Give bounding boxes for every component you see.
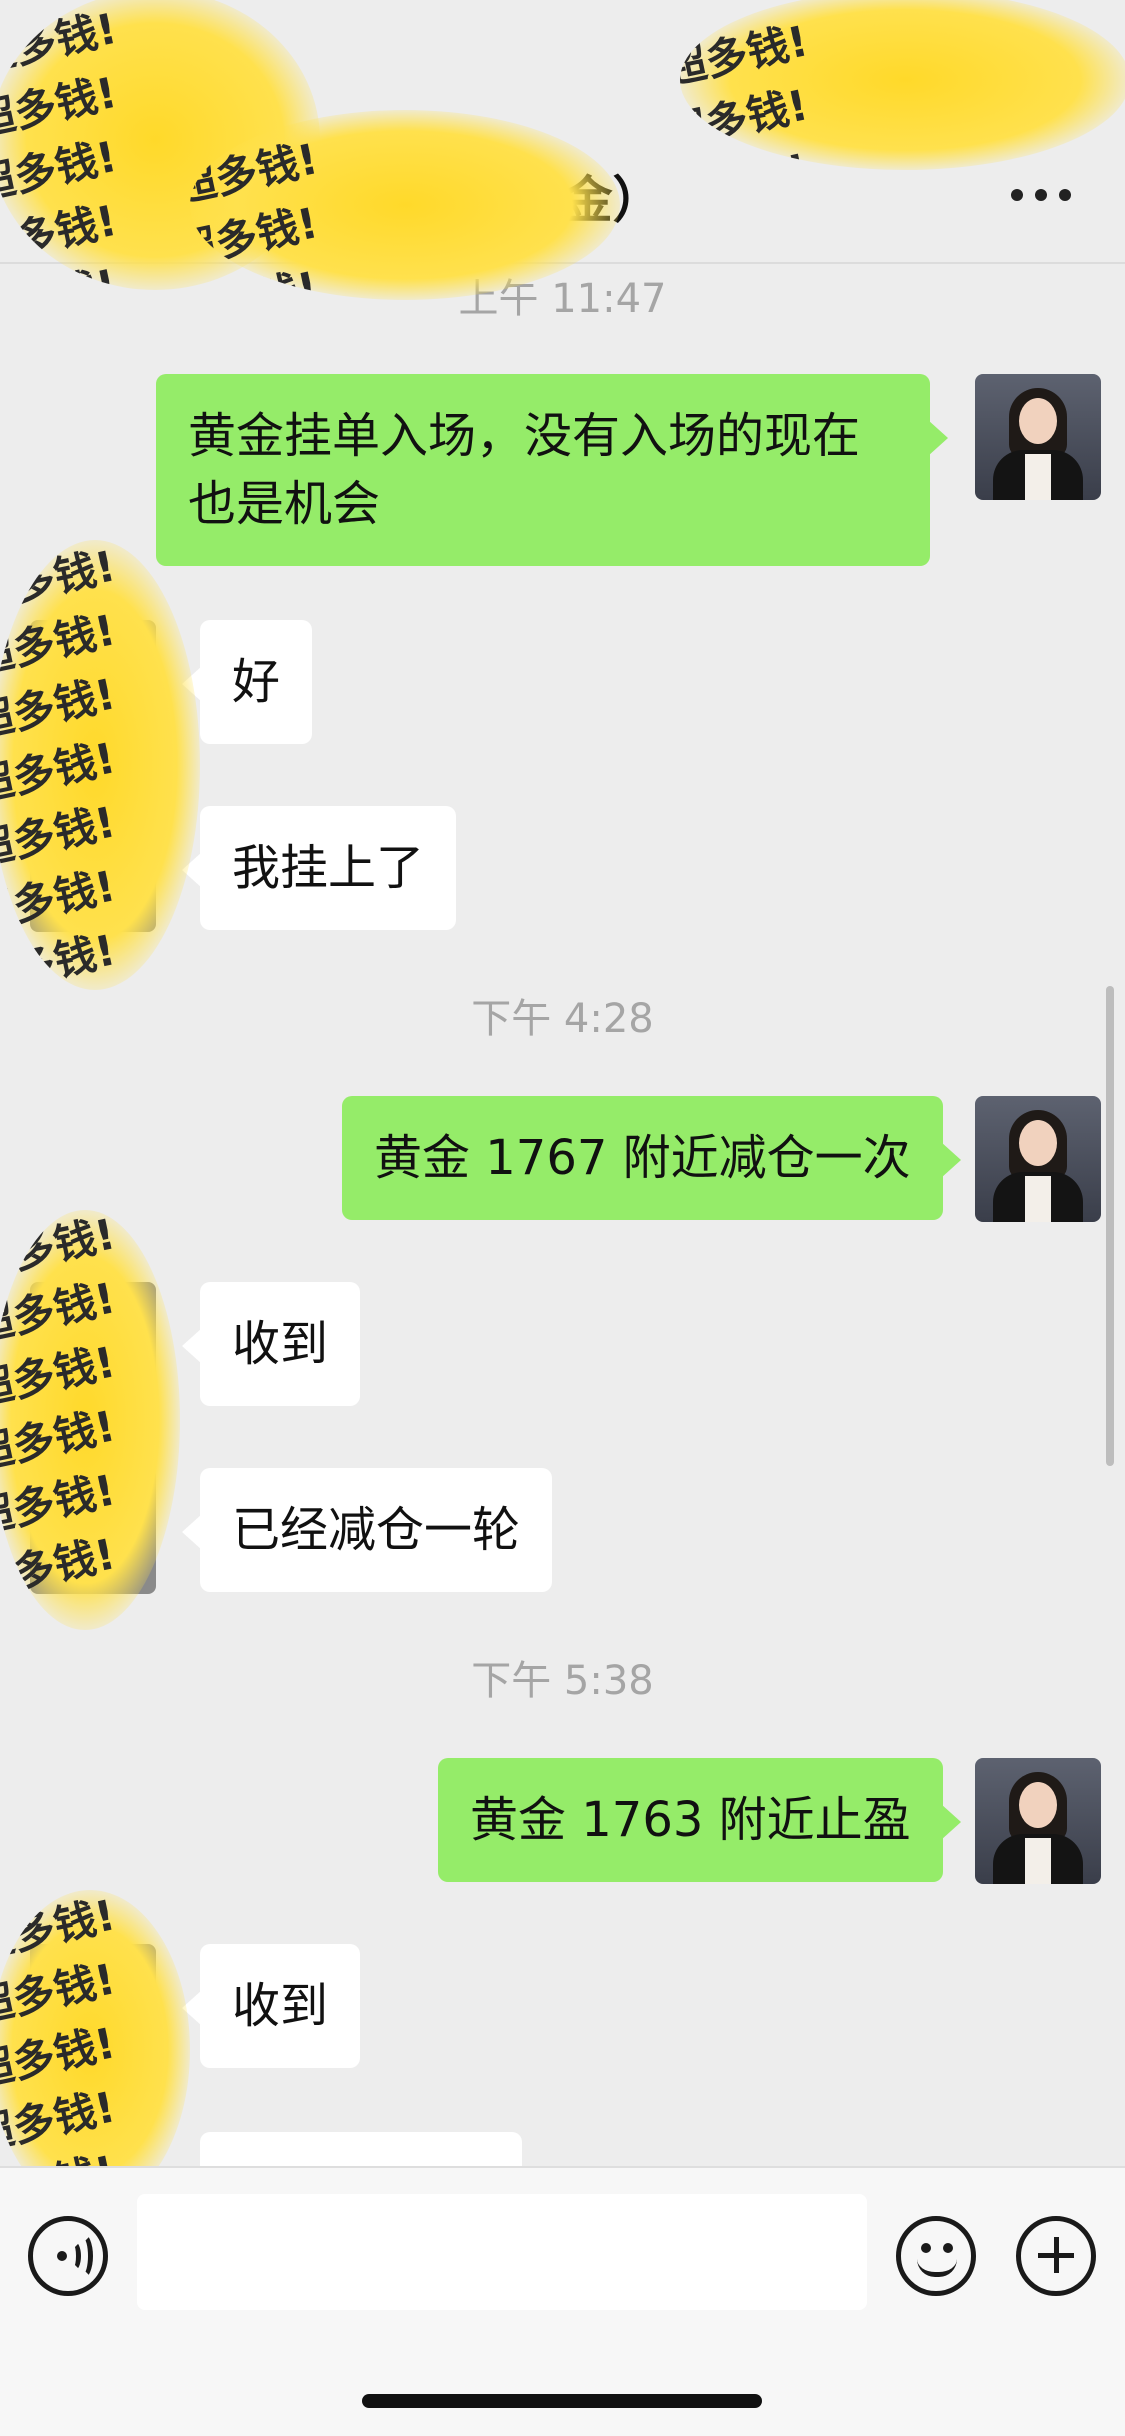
message-text: 我挂上了	[232, 840, 425, 896]
message-bubble-incoming[interactable]: 好	[181, 620, 313, 744]
message-bubble-outgoing[interactable]: 黄金 1763 附近止盈	[438, 1758, 961, 1882]
message-bubble-incoming[interactable]	[200, 2132, 522, 2166]
message-input[interactable]	[137, 2194, 867, 2310]
message-bubble-incoming[interactable]: 我挂上了	[181, 806, 457, 930]
message-text: 黄金 1767 附近减仓一次	[374, 1130, 911, 1186]
message-bubble-outgoing[interactable]: 黄金 1767 附近减仓一次	[342, 1096, 961, 1220]
message-text: 好	[232, 654, 281, 710]
plus-icon[interactable]	[1016, 2216, 1096, 2296]
privacy-sticker: 超多钱! 超多钱! 超多钱! 超多钱! 超多钱! 超多钱! 超多钱!	[0, 540, 200, 990]
message-text: 收到	[232, 1978, 329, 2034]
message-text: 黄金 1763 附近止盈	[470, 1792, 911, 1848]
message-line: 也是机会	[188, 476, 381, 532]
message-bubble-incoming[interactable]: 已经减仓一轮	[181, 1468, 553, 1592]
privacy-sticker: 超多钱! 超多钱! 超多钱! 超多钱! 超多钱! 超多钱!	[0, 1210, 180, 1630]
timestamp: 下午 4:28	[471, 996, 654, 1042]
avatar[interactable]	[975, 1758, 1101, 1884]
message-text: 已经减仓一轮	[232, 1502, 521, 1558]
home-indicator[interactable]	[362, 2394, 762, 2408]
message-line: 黄金挂单入场，没有入场的现在	[188, 408, 861, 464]
timestamp: 下午 5:38	[471, 1658, 654, 1704]
message-bubble-incoming[interactable]: 收到	[181, 1944, 361, 2068]
voice-icon[interactable]	[28, 2216, 108, 2296]
privacy-sticker: 超多钱!超多钱!超多钱!	[190, 110, 620, 300]
emoji-icon[interactable]	[896, 2216, 976, 2296]
avatar[interactable]	[975, 374, 1101, 500]
more-dots-icon[interactable]	[1011, 188, 1071, 202]
message-bubble-incoming[interactable]: 收到	[181, 1282, 361, 1406]
avatar[interactable]	[975, 1096, 1101, 1222]
message-text: 收到	[232, 1316, 329, 1372]
privacy-sticker: 超多钱!超多钱!超多钱!	[680, 0, 1125, 170]
message-bubble-outgoing[interactable]: 黄金挂单入场，没有入场的现在 也是机会	[156, 374, 948, 566]
scrollbar[interactable]	[1106, 986, 1114, 1466]
privacy-sticker: 超多钱!超多钱!超多钱!超多钱!超多钱!	[0, 1890, 190, 2210]
